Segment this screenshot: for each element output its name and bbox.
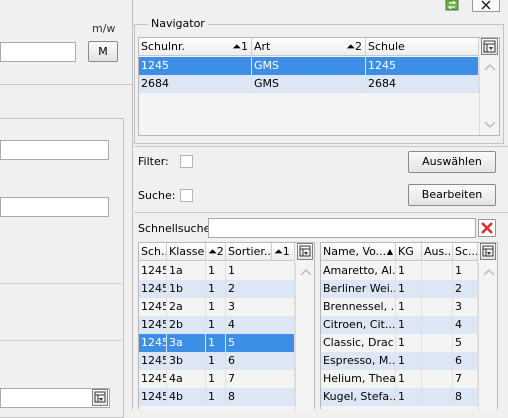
table-row[interactable]: 1245 4a 1 7 [139, 370, 295, 388]
col-header-schulnr[interactable]: Schulnr. ⏶1 [139, 38, 252, 55]
column-chooser-icon [299, 245, 311, 257]
klassen-rows: 1245 1a 1 1 1245 1b 1 2 1245 2a 1 3 1245… [139, 262, 295, 410]
suche-checkbox[interactable] [180, 189, 193, 202]
col-header-sort-indicator[interactable]: ⏶1 [272, 243, 295, 260]
left-divider [0, 84, 132, 85]
table-row[interactable]: Amaretto, Al... 1 1 [321, 262, 478, 280]
table-row[interactable]: 1245 1a 1 1 [139, 262, 295, 280]
refresh-icon [445, 0, 459, 11]
col-header-kg-sort[interactable]: ⏶2 [206, 243, 226, 260]
table-row-selected[interactable]: 1245 3a 1 5 [139, 334, 295, 352]
table-row[interactable]: 1245 2b 1 4 [139, 316, 295, 334]
table-row[interactable]: Classic, Drac... 1 5 [321, 334, 478, 352]
navigator-scrollbar[interactable] [479, 57, 499, 135]
table-row[interactable]: 1245 1b 1 2 [139, 280, 295, 298]
table-row[interactable]: 1245 3b 1 6 [139, 352, 295, 370]
table-row[interactable]: 1245 2a 1 3 [139, 298, 295, 316]
left-line-1 [0, 283, 122, 284]
panel-separator [132, 0, 133, 409]
table-row[interactable]: Brennessel, ... 1 3 [321, 298, 478, 316]
sort-ascending-icon: ▲ [386, 247, 393, 256]
top-text-field[interactable] [0, 42, 76, 62]
clear-search-button[interactable] [478, 219, 496, 237]
col-header-klasse[interactable]: Klasse [167, 243, 206, 260]
scroll-up-icon[interactable] [484, 63, 496, 71]
mw-button[interactable]: M [88, 41, 118, 62]
table-row[interactable]: 2684 GMS 2684 [139, 75, 479, 93]
clear-search-icon [478, 219, 496, 237]
navigator-grid: Schulnr. ⏶1 Art ⏶2 Schule 1245 GMS 1245 … [138, 37, 500, 136]
close-icon [481, 0, 491, 10]
schnellsuche-label: Schnellsuche [138, 222, 211, 235]
schueler-header: Name, Vo... ▲ KG Aus... Sc... [321, 243, 478, 261]
schnellsuche-input[interactable] [208, 218, 476, 238]
schueler-column-button[interactable] [480, 243, 496, 260]
navigator-header: Schulnr. ⏶1 Art ⏶2 Schule [139, 38, 479, 56]
col-header-schule[interactable]: Schule [366, 38, 479, 55]
navigator-bottom-line [134, 146, 508, 147]
table-row[interactable]: Citroen, Cit... 1 4 [321, 316, 478, 334]
scroll-up-icon[interactable] [483, 268, 495, 276]
table-row[interactable]: Espresso, M... 1 6 [321, 352, 478, 370]
left-bottom-column-button[interactable] [92, 389, 108, 406]
sort-indicator: ⏶1 [232, 40, 248, 53]
mw-label: m/w [92, 22, 116, 35]
left-group-frame [0, 118, 124, 418]
klassen-header: Sch... Klasse ⏶2 Sortier... ⏶1 [139, 243, 295, 261]
bearbeiten-button[interactable]: Bearbeiten [408, 184, 496, 206]
schueler-grid: Name, Vo... ▲ KG Aus... Sc... Amaretto, … [320, 242, 498, 410]
col-header-art[interactable]: Art ⏶2 [252, 38, 366, 55]
filter-checkbox[interactable] [180, 155, 193, 168]
scroll-down-icon[interactable] [484, 121, 496, 129]
col-header-sortier[interactable]: Sortier... [226, 243, 272, 260]
navigator-title: Navigator [148, 17, 208, 30]
auswaehlen-button[interactable]: Auswählen [408, 151, 496, 173]
table-row[interactable]: Helium, Thea 1 7 [321, 370, 478, 388]
col-header-aus[interactable]: Aus... [422, 243, 453, 260]
left-line-2 [0, 340, 122, 341]
navigator-rows: 1245 GMS 1245 2684 GMS 2684 [139, 57, 479, 97]
klassen-grid: Sch... Klasse ⏶2 Sortier... ⏶1 1245 1a 1… [138, 242, 315, 410]
scroll-up-icon[interactable] [300, 268, 312, 276]
refresh-button[interactable] [444, 0, 464, 11]
close-button[interactable] [472, 0, 500, 12]
sort-indicator: ⏶2 [346, 40, 362, 53]
klassen-column-button[interactable] [297, 243, 313, 260]
column-chooser-icon [483, 40, 496, 53]
table-row[interactable]: Berliner Wei... 1 2 [321, 280, 478, 298]
column-chooser-icon [94, 391, 106, 403]
suche-label: Suche: [138, 189, 176, 202]
col-header-kg[interactable]: KG [396, 243, 422, 260]
schueler-scrollbar[interactable] [478, 262, 497, 410]
table-row[interactable]: 1245 GMS 1245 [139, 57, 479, 75]
table-row[interactable]: 1245 4b 1 8 [139, 388, 295, 406]
navigator-column-button[interactable] [481, 38, 498, 55]
col-header-sc[interactable]: Sc... [453, 243, 478, 260]
column-chooser-icon [482, 245, 494, 257]
left-field-1[interactable] [0, 140, 109, 160]
left-panel: m/w M [0, 0, 132, 418]
search-section-line [134, 212, 508, 213]
filter-label: Filter: [138, 155, 169, 168]
schueler-rows: Amaretto, Al... 1 1 Berliner Wei... 1 2 … [321, 262, 478, 410]
table-row[interactable]: Kugel, Stefa... 1 8 [321, 388, 478, 406]
col-header-name[interactable]: Name, Vo... ▲ [321, 243, 396, 260]
left-field-2[interactable] [0, 197, 109, 217]
col-header-sch[interactable]: Sch... [139, 243, 167, 260]
klassen-scrollbar[interactable] [295, 262, 314, 410]
